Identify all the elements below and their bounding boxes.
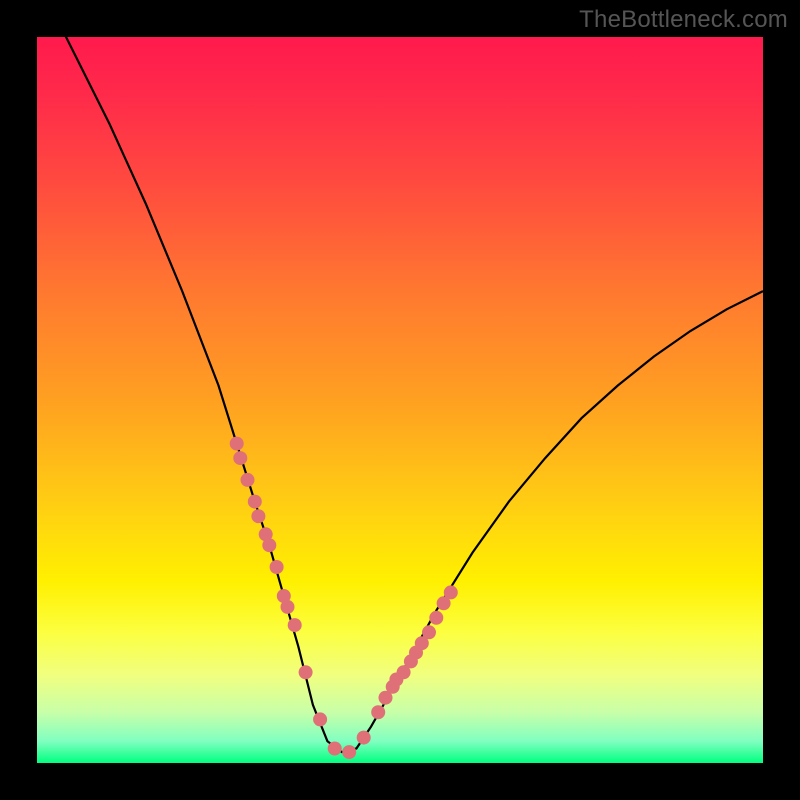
curve-marker xyxy=(371,705,385,719)
chart-svg xyxy=(37,37,763,763)
curve-marker xyxy=(357,731,371,745)
curve-marker xyxy=(444,585,458,599)
bottleneck-curve xyxy=(37,0,763,752)
curve-marker xyxy=(270,560,284,574)
curve-marker xyxy=(281,600,295,614)
curve-marker xyxy=(241,473,255,487)
curve-marker xyxy=(248,495,262,509)
curve-marker xyxy=(429,611,443,625)
curve-marker xyxy=(328,742,342,756)
curve-marker xyxy=(422,625,436,639)
curve-marker xyxy=(233,451,247,465)
chart-frame: TheBottleneck.com xyxy=(0,0,800,800)
curve-marker xyxy=(299,665,313,679)
plot-area xyxy=(37,37,763,763)
curve-marker xyxy=(230,437,244,451)
curve-marker xyxy=(262,538,276,552)
curve-marker xyxy=(288,618,302,632)
curve-marker xyxy=(342,745,356,759)
curve-marker xyxy=(313,712,327,726)
curve-marker xyxy=(251,509,265,523)
curve-markers xyxy=(230,437,458,759)
attribution-text: TheBottleneck.com xyxy=(579,6,788,34)
